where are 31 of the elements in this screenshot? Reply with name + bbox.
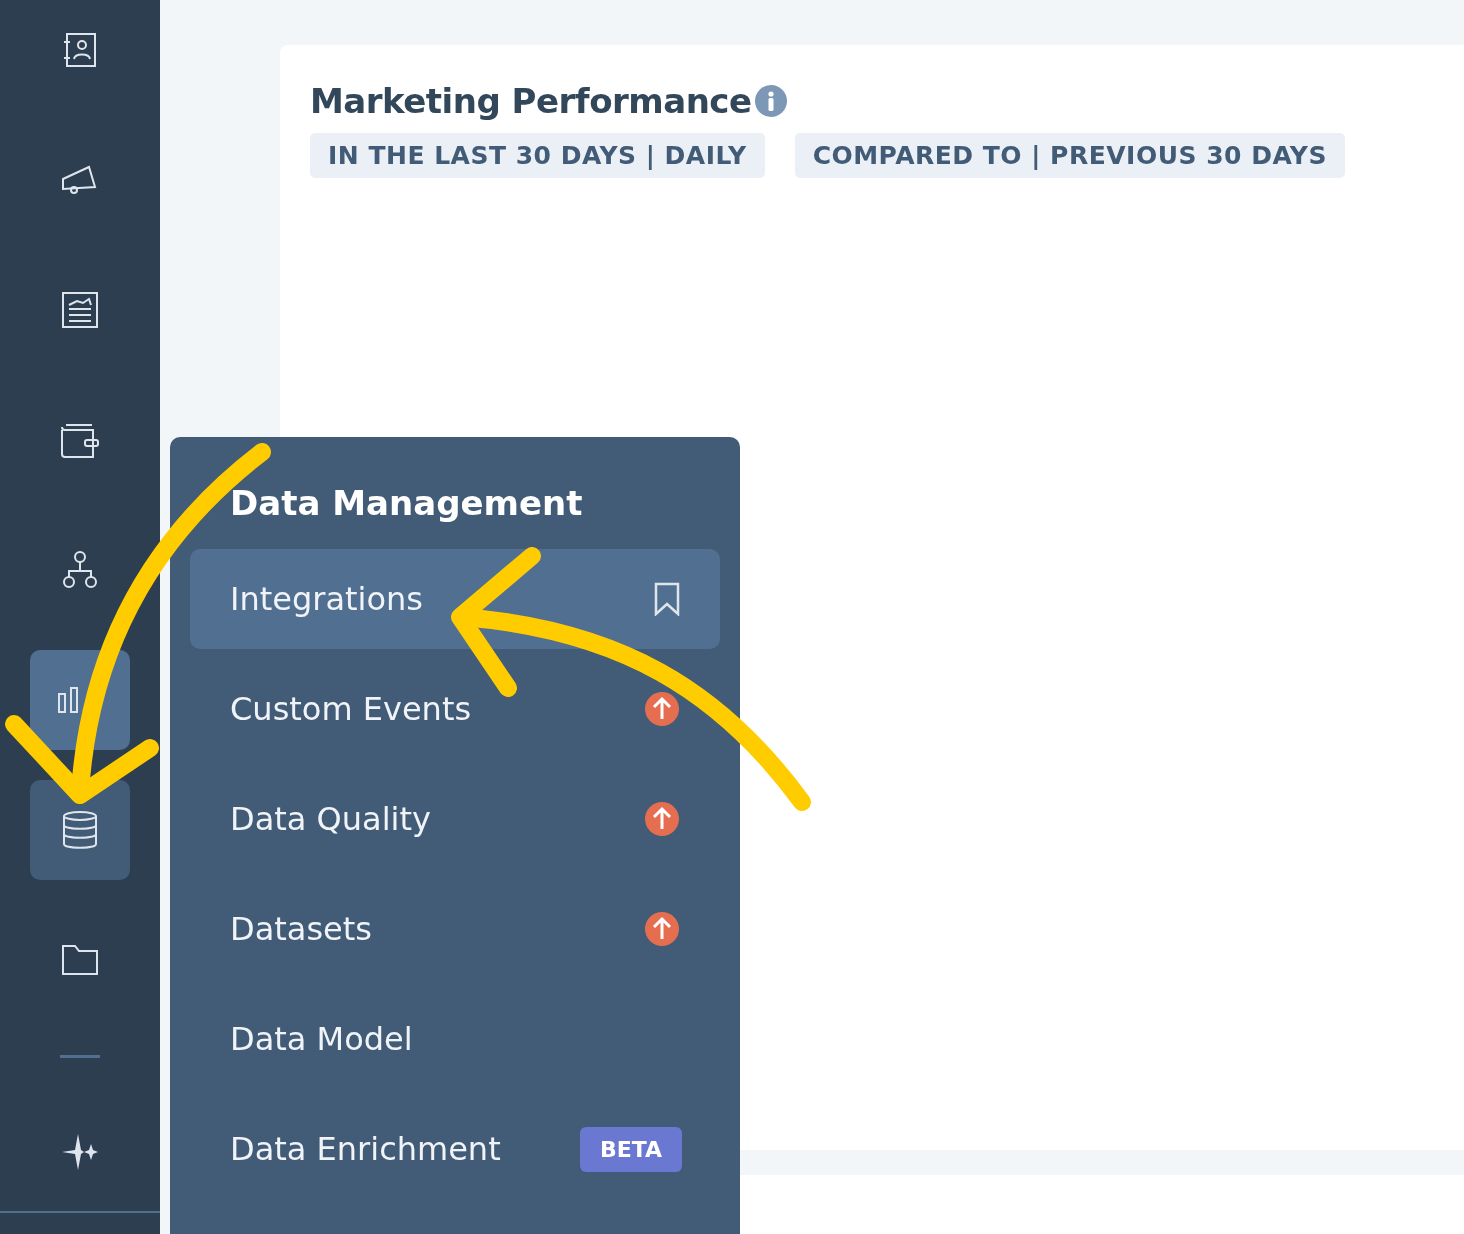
menu-item[interactable]: Data Enrichment BETA — [190, 1099, 720, 1199]
upgrade-icon — [644, 911, 680, 947]
card-title: Marketing Performance — [310, 81, 752, 121]
info-icon[interactable] — [753, 84, 788, 118]
menu-item-label: Data Enrichment — [230, 1130, 501, 1168]
wallet-icon — [60, 422, 100, 458]
bookmark-icon[interactable] — [654, 582, 680, 616]
menu-item[interactable]: Integrations — [190, 549, 720, 649]
filter-chip[interactable]: IN THE LAST 30 DAYS | DAILY — [310, 133, 765, 178]
filter-chip[interactable]: COMPARED TO | PREVIOUS 30 DAYS — [794, 133, 1345, 178]
sidebar-item[interactable] — [30, 780, 130, 880]
upgrade-icon — [644, 691, 680, 727]
menu-item[interactable]: Custom Events — [190, 659, 720, 759]
database-icon — [61, 810, 99, 850]
contact-book-icon — [62, 32, 98, 68]
beta-tag: BETA — [579, 1126, 682, 1172]
menu-item-label: Custom Events — [230, 690, 472, 728]
menu-item-label: Data Quality — [230, 800, 431, 838]
megaphone-icon — [61, 165, 99, 195]
menu-item-label: Integrations — [230, 580, 423, 618]
menu-item[interactable]: Data Model — [190, 989, 720, 1089]
bar-chart-icon — [58, 687, 78, 713]
menu-title: Data Management — [229, 483, 584, 523]
folder-icon — [61, 944, 99, 976]
upgrade-icon — [644, 801, 680, 837]
menu-item-label: Datasets — [230, 910, 372, 948]
menu-item-label: Data Model — [230, 1020, 413, 1058]
menu-item[interactable]: Data Quality — [190, 769, 720, 869]
report-icon — [61, 291, 99, 329]
menu-item[interactable]: Datasets — [190, 879, 720, 979]
hierarchy-icon — [62, 551, 98, 589]
